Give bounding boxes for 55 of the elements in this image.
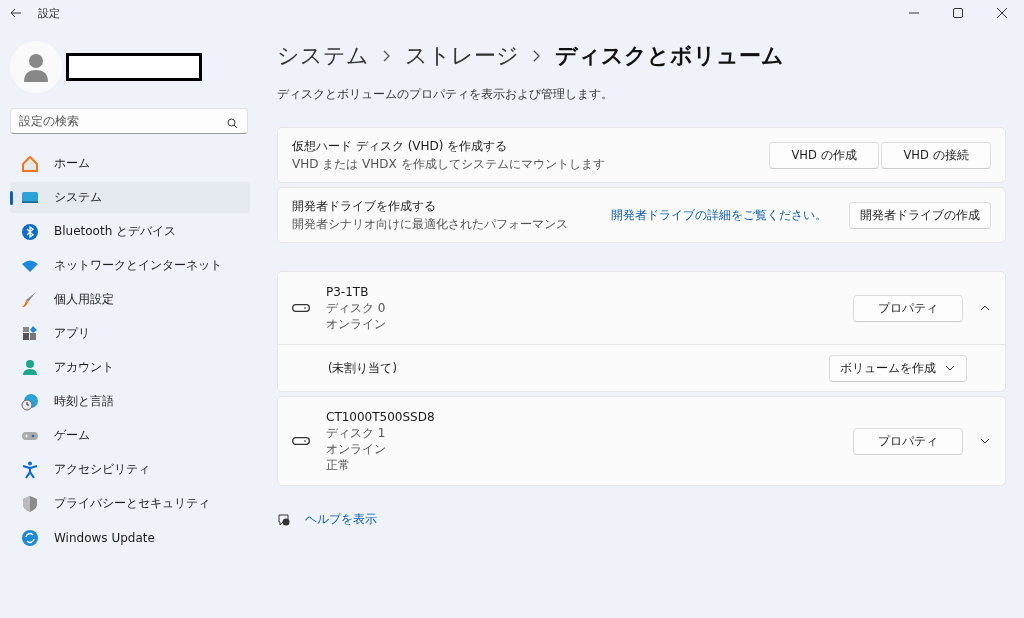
sidebar-item[interactable]: 個人用設定 [10,284,250,315]
help-link[interactable]: ヘルプを表示 [305,512,377,527]
disk-info: ディスク 1 [326,425,387,441]
action-button[interactable]: VHD の接続 [881,141,991,169]
avatar-circle [10,41,62,93]
create-volume-button[interactable]: ボリュームを作成 [829,354,967,382]
search-field[interactable]: 設定の検索 [10,108,248,134]
action-button[interactable]: 開発者ドライブの作成 [849,201,991,229]
sidebar-icon [20,459,40,480]
drive-icon [292,437,310,445]
search-icon[interactable] [227,118,238,129]
sidebar-icon [20,391,40,412]
page-description: ディスクとボリュームのプロパティを表示および管理します。 [277,86,614,103]
volume-label: (未割り当て) [328,360,398,376]
sidebar-icon [20,153,40,174]
sidebar-icon [20,221,40,242]
sidebar-item[interactable]: ゲーム [10,420,250,451]
disk-info: ディスク 0 [326,300,387,316]
back-icon[interactable] [10,7,22,19]
disk-info: オンライン [326,316,387,332]
sidebar-item[interactable]: システム [10,182,250,213]
sidebar-item[interactable]: アプリ [10,318,250,349]
disk-info: オンライン [326,441,387,457]
sidebar-item[interactable]: Bluetooth とデバイス [10,216,250,247]
sidebar-icon [20,357,40,378]
sidebar-item[interactable]: 時刻と言語 [10,386,250,417]
sidebar-item[interactable]: プライバシーとセキュリティ [10,488,250,519]
close-icon[interactable] [997,8,1007,18]
properties-button[interactable]: プロパティ [853,294,963,322]
action-button[interactable]: VHD の作成 [769,141,879,169]
sidebar-item[interactable]: アクセシビリティ [10,454,250,485]
details-link[interactable]: 開発者ドライブの詳細をご覧ください。 [611,207,827,223]
sidebar-icon [20,527,40,548]
maximize-icon[interactable] [953,8,963,18]
sidebar-icon [20,493,40,514]
properties-button[interactable]: プロパティ [853,427,963,455]
disk-name: P3-1TB [326,284,370,300]
breadcrumb-item: ディスクとボリューム [555,42,784,70]
disk-name: CT1000T500SSD8 [326,409,436,425]
card-subtitle: 開発者シナリオ向けに最適化されたパフォーマンス [292,215,569,233]
breadcrumb-item[interactable]: ストレージ [405,41,519,71]
sidebar-item[interactable]: ホーム [10,148,250,179]
sidebar-item[interactable]: アカウント [10,352,250,383]
window-title: 設定 [38,5,60,21]
breadcrumb-item[interactable]: システム [277,41,369,71]
drive-icon [292,304,310,312]
sidebar-item[interactable]: Windows Update [10,522,250,553]
chevron-right-icon [383,50,391,62]
help-icon [277,512,291,527]
sidebar-item[interactable]: ネットワークとインターネット [10,250,250,281]
disk-info: 正常 [326,457,351,473]
card-title: 開発者ドライブを作成する [292,197,437,215]
chevron-right-icon [533,50,541,62]
card-title: 仮想ハード ディスク (VHD) を作成する [292,137,509,155]
card-subtitle: VHD または VHDX を作成してシステムにマウントします [292,155,606,173]
